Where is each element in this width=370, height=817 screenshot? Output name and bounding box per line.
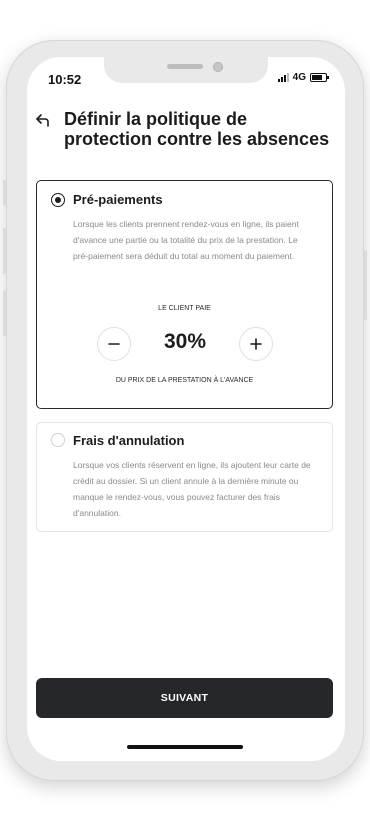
side-button-right [364, 250, 367, 320]
phone-screen: 10:52 4G Définir la politique de protect… [27, 57, 345, 761]
option-card-cancellation-fee[interactable]: Frais d'annulation Lorsque vos clients r… [36, 422, 333, 532]
radio-cancellation-fee[interactable] [51, 433, 65, 447]
increase-button[interactable] [239, 327, 273, 361]
option-description-prepayment: Lorsque les clients prennent rendez-vous… [73, 219, 299, 261]
notch [104, 57, 268, 83]
side-button-left-1 [3, 180, 6, 206]
home-indicator [127, 745, 243, 749]
plus-icon [250, 338, 262, 350]
camera [213, 62, 223, 72]
signal-icon [277, 73, 289, 82]
speaker [167, 64, 203, 69]
next-button[interactable]: SUIVANT [36, 678, 333, 718]
option-card-prepayment[interactable]: Pré-paiements Lorsque les clients prenne… [36, 180, 333, 409]
radio-prepayment[interactable] [51, 193, 65, 207]
page-title: Définir la politique de protection contr… [64, 109, 330, 149]
status-time: 10:52 [48, 72, 82, 87]
advance-price-label: DU PRIX DE LA PRESTATION À L'AVANCE [115, 377, 254, 384]
status-indicators: 4G [277, 72, 329, 83]
back-arrow-icon[interactable] [35, 112, 51, 128]
battery-icon [310, 73, 329, 82]
option-title-prepayment: Pré-paiements [73, 192, 163, 207]
percentage-stepper: 30% [97, 327, 273, 365]
network-label: 4G [292, 72, 306, 83]
side-button-left-3 [3, 290, 6, 336]
percentage-value: 30% [163, 330, 207, 353]
minus-icon [108, 343, 120, 345]
option-title-cancellation-fee: Frais d'annulation [73, 433, 185, 448]
client-pays-label: LE CLIENT PAIE [158, 305, 211, 312]
decrease-button[interactable] [97, 327, 131, 361]
side-button-left-2 [3, 228, 6, 274]
option-description-cancellation-fee: Lorsque vos clients réservent en ligne, … [73, 460, 311, 518]
